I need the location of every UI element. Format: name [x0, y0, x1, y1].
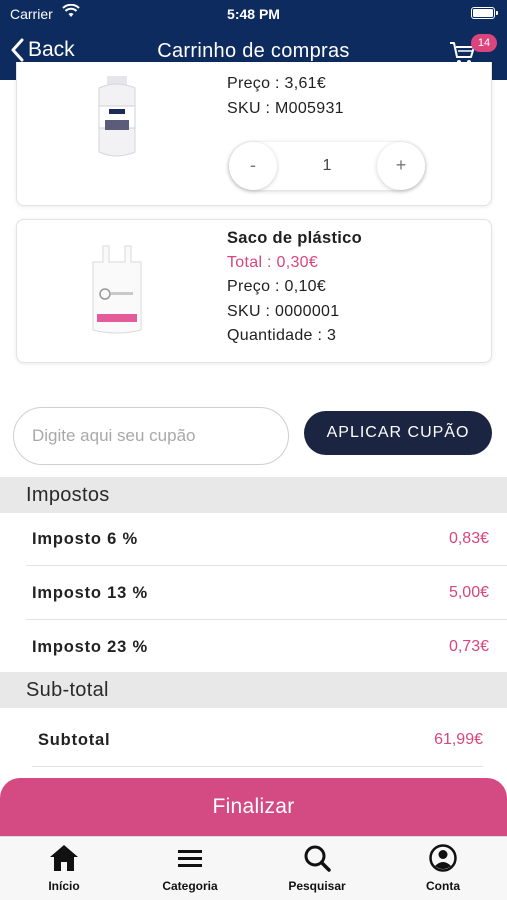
cart-item-card: Preço : 3,61€ SKU : M005931 - 1 +	[16, 62, 492, 206]
product-price: Preço : 0,10€	[227, 278, 327, 295]
taxes-heading: Impostos	[0, 477, 507, 513]
tax-row: Imposto 13 % 5,00€	[26, 566, 507, 620]
subtotal-heading: Sub-total	[0, 672, 507, 708]
tab-bar: Início Categoria Pesquisar Conta	[0, 836, 507, 900]
tab-label: Categoria	[162, 879, 218, 893]
tab-label: Início	[48, 879, 80, 893]
product-info: Saco de plástico Total : 0,30€ Preço : 0…	[227, 226, 362, 349]
home-icon	[50, 845, 78, 871]
tab-label: Conta	[426, 879, 460, 893]
increase-quantity-button[interactable]: +	[377, 142, 425, 190]
tab-account[interactable]: Conta	[393, 843, 493, 893]
coupon-input[interactable]	[13, 407, 289, 465]
cart-count-badge: 14	[471, 34, 497, 52]
product-price: Preço : 3,61€	[227, 75, 327, 92]
apply-coupon-button[interactable]: APLICAR CUPÃO	[304, 411, 492, 455]
decrease-quantity-button[interactable]: -	[229, 142, 277, 190]
product-bag-image	[92, 245, 142, 334]
search-icon	[304, 845, 331, 872]
tab-home[interactable]: Início	[14, 843, 114, 893]
subtotal-row: Subtotal 61,99€	[32, 713, 483, 767]
product-bottle-image	[98, 76, 136, 157]
tax-row: Imposto 23 % 0,73€	[26, 620, 507, 674]
tax-label: Imposto 23 %	[32, 638, 148, 656]
clock: 5:48 PM	[227, 6, 280, 22]
tax-value: 5,00€	[448, 584, 489, 601]
quantity-value: 1	[322, 157, 332, 174]
finalize-button[interactable]: Finalizar	[0, 778, 507, 838]
status-bar: Carrier 5:48 PM	[0, 0, 507, 28]
product-name: Saco de plástico	[227, 229, 363, 247]
subtotal-value: 61,99€	[434, 731, 483, 748]
tax-value: 0,83€	[448, 530, 489, 547]
product-total: Total : 0,30€	[227, 253, 319, 271]
subtotal-label: Subtotal	[38, 731, 111, 749]
battery-icon	[471, 7, 498, 19]
quantity-stepper: - 1 +	[229, 142, 425, 190]
page-title: Carrinho de compras	[157, 40, 350, 62]
tax-value: 0,73€	[448, 638, 489, 655]
product-quantity: Quantidade : 3	[227, 327, 337, 344]
menu-icon	[178, 850, 202, 867]
cart-item-card: Saco de plástico Total : 0,30€ Preço : 0…	[16, 219, 492, 363]
product-sku: SKU : 0000001	[227, 302, 340, 320]
account-icon	[429, 844, 457, 872]
product-sku: SKU : M005931	[227, 99, 344, 117]
tab-search[interactable]: Pesquisar	[267, 843, 367, 893]
tax-label: Imposto 6 %	[32, 530, 138, 548]
product-info: Preço : 3,61€ SKU : M005931	[227, 72, 344, 121]
tab-label: Pesquisar	[288, 879, 346, 893]
tab-category[interactable]: Categoria	[140, 843, 240, 893]
tax-row: Imposto 6 % 0,83€	[26, 512, 507, 566]
tax-label: Imposto 13 %	[32, 584, 148, 602]
